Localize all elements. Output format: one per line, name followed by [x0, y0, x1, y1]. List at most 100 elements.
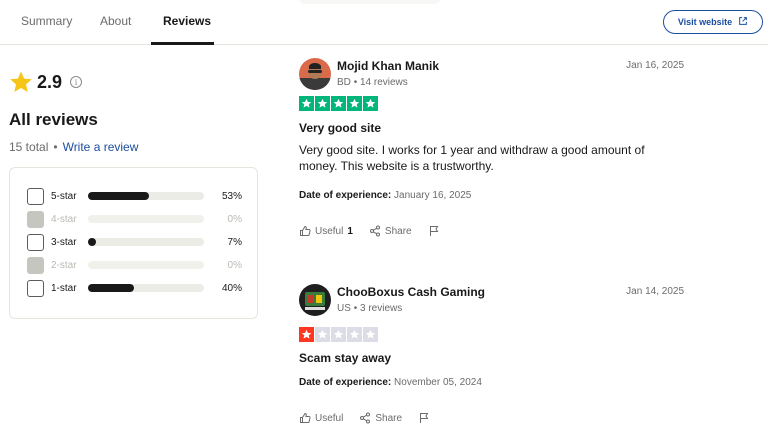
date-of-experience-label: Date of experience:	[299, 190, 392, 201]
star-filled-icon	[363, 96, 378, 111]
breakdown-percent: 7%	[227, 236, 242, 248]
breakdown-bar-fill	[88, 192, 150, 200]
share-button[interactable]: Share	[369, 225, 412, 237]
date-of-experience-value: January 16, 2025	[394, 190, 472, 201]
share-icon	[369, 225, 381, 237]
reviewer-meta: BD • 14 reviews	[337, 77, 408, 88]
review-title[interactable]: Very good site	[299, 121, 381, 135]
breakdown-bar-fill	[88, 238, 97, 246]
star-empty-icon	[331, 327, 346, 342]
review-total-row: 15 total • Write a review	[9, 140, 138, 154]
useful-count: 1	[347, 225, 353, 237]
review-date: Jan 14, 2025	[626, 286, 684, 297]
date-of-experience: Date of experience: November 05, 2024	[299, 377, 482, 388]
breakdown-bar	[88, 284, 204, 292]
breakdown-row-3-star: 3-star 7%	[27, 233, 242, 251]
review-actions: Useful 1 Share	[299, 225, 456, 237]
all-reviews-heading: All reviews	[9, 110, 98, 129]
reviewer-meta: US • 3 reviews	[337, 303, 402, 314]
breakdown-bar	[88, 238, 204, 246]
thumbs-up-icon	[299, 412, 311, 424]
reviewer-name[interactable]: ChooBoxus Cash Gaming	[337, 285, 485, 299]
reviewer-review-count: 14 reviews	[359, 77, 408, 88]
active-tab-indicator	[151, 42, 214, 45]
share-icon	[359, 412, 371, 424]
date-of-experience-label: Date of experience:	[299, 377, 392, 388]
tab-about[interactable]: About	[100, 14, 131, 28]
flag-icon	[418, 412, 430, 424]
filter-checkbox-1-star[interactable]	[27, 279, 44, 297]
star-rating	[299, 327, 378, 342]
reviewer-country: BD	[337, 77, 351, 88]
filter-checkbox-5-star[interactable]	[27, 187, 44, 205]
review-total: 15 total	[9, 140, 49, 154]
tab-summary[interactable]: Summary	[21, 14, 72, 28]
review-card: Mojid Khan Manik BD • 14 reviews Jan 16,…	[299, 58, 684, 248]
breakdown-row-4-star: 4-star 0%	[27, 210, 242, 228]
breakdown-percent: 53%	[221, 190, 242, 202]
star-breakdown-panel: 5-star 53% 4-star 0% 3-star 7% 2-star 0%…	[9, 167, 258, 319]
review-actions: Useful Share	[299, 412, 446, 424]
separator-dot: •	[353, 303, 358, 314]
thumbs-up-icon	[299, 225, 311, 237]
star-filled-icon	[299, 96, 314, 111]
report-button[interactable]	[418, 412, 430, 424]
breakdown-label: 4-star	[51, 213, 77, 225]
star-filled-icon	[331, 96, 346, 111]
flag-icon	[428, 225, 440, 237]
star-rating	[299, 96, 378, 111]
review-body: Very good site. I works for 1 year and w…	[299, 143, 645, 173]
useful-button[interactable]: Useful 1	[299, 225, 353, 237]
report-button[interactable]	[428, 225, 440, 237]
info-icon[interactable]: i	[70, 76, 83, 88]
breakdown-row-2-star: 2-star 0%	[27, 256, 242, 274]
breakdown-percent: 0%	[227, 259, 242, 271]
date-of-experience-value: November 05, 2024	[394, 377, 482, 388]
external-link-icon	[738, 16, 748, 28]
review-card: ChooBoxus Cash Gaming US • 3 reviews Jan…	[299, 284, 684, 429]
top-tab-bar: Summary About Reviews Visit website	[0, 0, 768, 45]
useful-button[interactable]: Useful	[299, 412, 343, 424]
breakdown-label: 5-star	[51, 190, 77, 202]
write-review-link[interactable]: Write a review	[63, 140, 139, 154]
rating-value: 2.9	[37, 71, 63, 92]
star-empty-icon	[363, 327, 378, 342]
review-title[interactable]: Scam stay away	[299, 351, 391, 365]
filter-checkbox-3-star[interactable]	[27, 233, 44, 251]
avatar[interactable]	[299, 284, 331, 316]
share-label: Share	[375, 412, 403, 424]
breakdown-bar	[88, 192, 204, 200]
filter-checkbox-2-star	[27, 256, 44, 274]
star-filled-icon	[347, 96, 362, 111]
star-empty-icon	[347, 327, 362, 342]
visit-website-button[interactable]: Visit website	[663, 10, 763, 34]
separator-dot: •	[53, 140, 58, 154]
star-icon	[9, 70, 33, 94]
reviewer-country: US	[337, 303, 351, 314]
breakdown-percent: 0%	[227, 213, 242, 225]
share-label: Share	[384, 225, 412, 237]
breakdown-bar-fill	[88, 284, 135, 292]
star-filled-icon	[315, 96, 330, 111]
reviewer-review-count: 3 reviews	[359, 303, 403, 314]
overall-rating: 2.9 i	[9, 70, 83, 94]
star-empty-icon	[315, 327, 330, 342]
tab-reviews[interactable]: Reviews	[163, 14, 211, 28]
visit-website-label: Visit website	[677, 17, 733, 27]
filter-checkbox-4-star	[27, 210, 44, 228]
separator-dot: •	[353, 77, 358, 88]
breakdown-row-1-star: 1-star 40%	[27, 279, 242, 297]
useful-label: Useful	[315, 225, 344, 237]
breakdown-bar	[88, 261, 204, 269]
breakdown-label: 2-star	[51, 259, 77, 271]
header-fragment	[300, 0, 440, 4]
share-button[interactable]: Share	[359, 412, 402, 424]
avatar[interactable]	[299, 58, 331, 90]
date-of-experience: Date of experience: January 16, 2025	[299, 190, 471, 201]
star-filled-icon	[299, 327, 314, 342]
breakdown-label: 3-star	[51, 236, 77, 248]
breakdown-label: 1-star	[51, 282, 77, 294]
reviewer-name[interactable]: Mojid Khan Manik	[337, 59, 439, 73]
breakdown-percent: 40%	[221, 282, 242, 294]
useful-label: Useful	[315, 412, 344, 424]
